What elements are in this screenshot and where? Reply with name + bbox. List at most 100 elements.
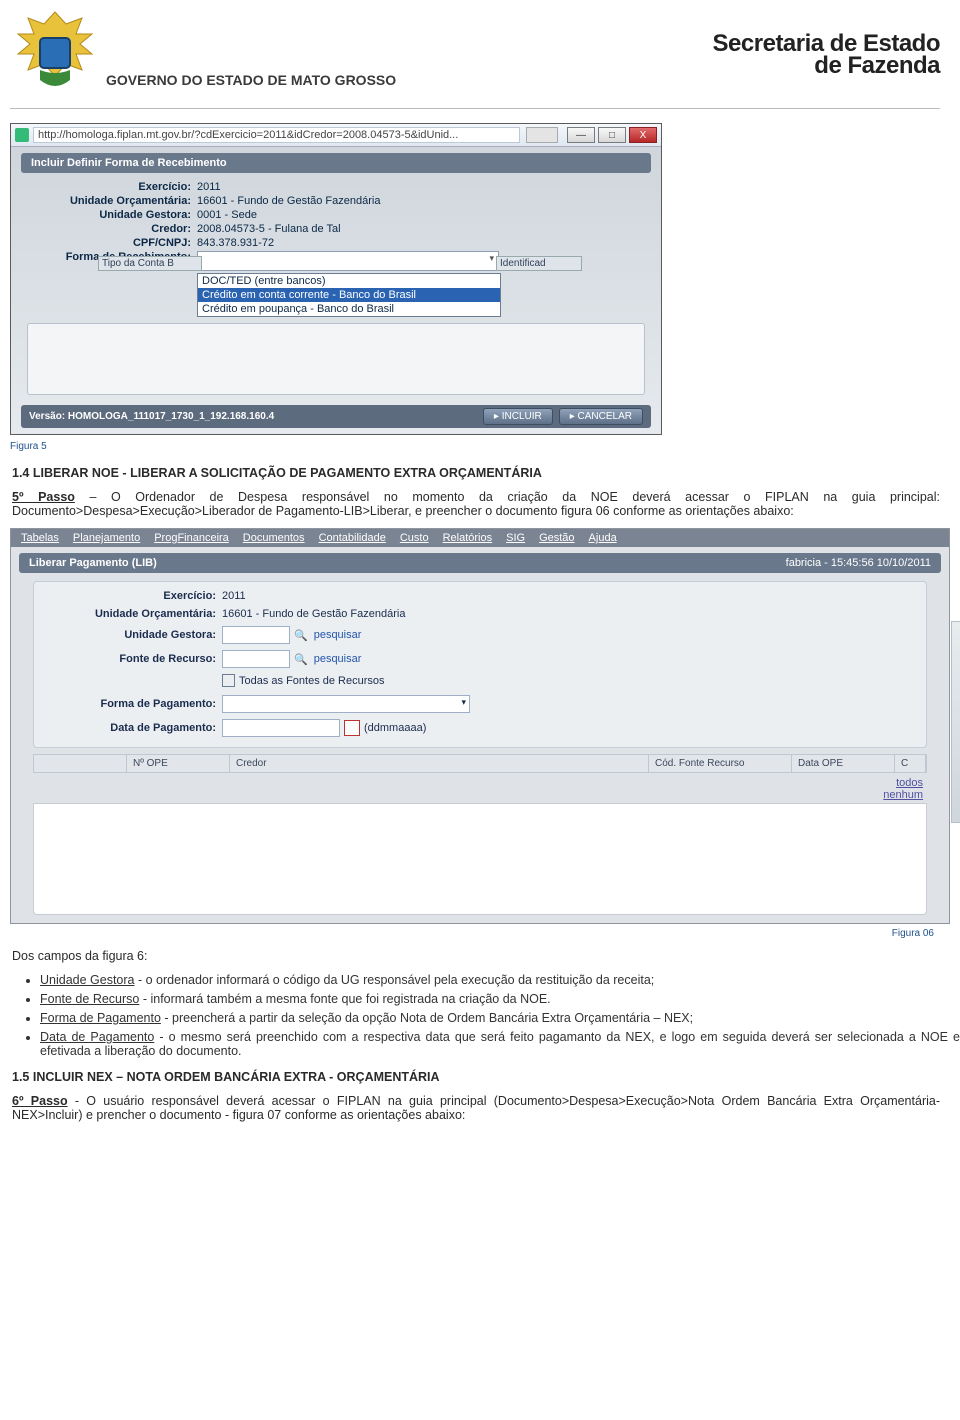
grid-body: [33, 803, 927, 915]
header-rule: [10, 108, 940, 109]
search-icon[interactable]: 🔍: [294, 629, 308, 642]
ie-titlebar: http://homologa.fiplan.mt.gov.br/?cdExer…: [11, 124, 661, 147]
lib-uo-label: Unidade Orçamentária:: [46, 608, 222, 620]
fiplan-timestamp: fabricia - 15:45:56 10/10/2011: [786, 557, 931, 569]
cpf-label: CPF/CNPJ:: [31, 237, 197, 249]
menu-relatorios[interactable]: Relatórios: [443, 532, 493, 544]
col-c: C: [895, 755, 926, 772]
col-credor: Credor: [230, 755, 649, 772]
lib-fonte-label: Fonte de Recurso:: [46, 653, 222, 665]
lib-data-input[interactable]: [222, 719, 340, 737]
credor-value: 2008.04573-5 - Fulana de Tal: [197, 223, 341, 235]
menu-contabilidade[interactable]: Contabilidade: [319, 532, 386, 544]
scrollbar-icon[interactable]: [951, 621, 960, 823]
tab-thumb-icon[interactable]: [526, 127, 558, 143]
coat-of-arms-icon: [10, 10, 100, 100]
minimize-button[interactable]: —: [567, 127, 595, 143]
menu-planejamento[interactable]: Planejamento: [73, 532, 140, 544]
menu-custo[interactable]: Custo: [400, 532, 429, 544]
forma-receb-select[interactable]: [197, 251, 499, 271]
dialog-footer: Versão: HOMOLOGA_111017_1730_1_192.168.1…: [21, 405, 651, 428]
ie-window: http://homologa.fiplan.mt.gov.br/?cdExer…: [10, 123, 662, 435]
col-nope: Nº OPE: [127, 755, 230, 772]
passo6-text: - O usuário responsável deverá acessar o…: [12, 1094, 940, 1122]
section-1-4-heading: 1.4 LIBERAR NOE - LIBERAR A SOLICITAÇÃO …: [12, 466, 940, 480]
link-todos[interactable]: todos: [11, 777, 923, 789]
forma-receb-dropdown[interactable]: Tipo da Conta B Identificad DOC/TED (ent…: [197, 273, 501, 317]
bullet-data: Data de Pagamento - o mesmo será preench…: [40, 1030, 960, 1058]
dialog-body: Incluir Definir Forma de Recebimento Exe…: [11, 147, 661, 434]
grid-header: Nº OPE Credor Cód. Fonte Recurso Data OP…: [33, 754, 927, 773]
col-data-ope: Data OPE: [792, 755, 895, 772]
bullet-forma: Forma de Pagamento - preencherá a partir…: [40, 1011, 960, 1025]
menu-documentos[interactable]: Documentos: [243, 532, 305, 544]
fiplan-title: Liberar Pagamento (LIB): [29, 557, 157, 569]
menu-ajuda[interactable]: Ajuda: [589, 532, 617, 544]
calendar-icon[interactable]: [344, 720, 360, 736]
window-buttons: — □ X: [564, 127, 657, 143]
exercicio-label: Exercício:: [31, 181, 197, 193]
search-icon[interactable]: 🔍: [294, 653, 308, 666]
close-button[interactable]: X: [629, 127, 657, 143]
lib-ug-pesquisar[interactable]: pesquisar: [314, 629, 362, 641]
lib-data-label: Data de Pagamento:: [46, 722, 222, 734]
lib-ex-label: Exercício:: [46, 590, 222, 602]
ie-favicon-icon: [15, 128, 29, 142]
passo5-paragraph: 5º Passo – O Ordenador de Despesa respon…: [12, 490, 940, 518]
cancelar-button[interactable]: ▸ CANCELAR: [559, 408, 643, 425]
fields-bullets: Unidade Gestora - o ordenador informará …: [0, 973, 960, 1058]
incluir-button[interactable]: ▸ INCLUIR: [483, 408, 553, 425]
uo-value: 16601 - Fundo de Gestão Fazendária: [197, 195, 380, 207]
gov-title: GOVERNO DO ESTADO DE MATO GROSSO: [106, 72, 396, 88]
identificad-header: Identificad: [496, 256, 582, 271]
select-links: todos nenhum: [11, 777, 923, 801]
bullet-fonte: Fonte de Recurso - informará também a me…: [40, 992, 960, 1006]
results-panel: [27, 323, 645, 395]
col-cod-fonte: Cód. Fonte Recurso: [649, 755, 792, 772]
lib-data-hint: (ddmmaaaa): [364, 722, 426, 734]
uo-label: Unidade Orçamentária:: [31, 195, 197, 207]
lib-fonte-pesquisar[interactable]: pesquisar: [314, 653, 362, 665]
version-label: Versão: HOMOLOGA_111017_1730_1_192.168.1…: [29, 411, 274, 422]
maximize-button[interactable]: □: [598, 127, 626, 143]
todas-fontes-checkbox[interactable]: [222, 674, 235, 687]
passo5-label: 5º Passo: [12, 490, 75, 504]
exercicio-value: 2011: [197, 181, 221, 193]
credor-label: Credor:: [31, 223, 197, 235]
figure5-caption: Figura 5: [10, 441, 960, 452]
section-1-5-heading: 1.5 INCLUIR NEX – NOTA ORDEM BANCÁRIA EX…: [12, 1070, 940, 1084]
menu-sig[interactable]: SIG: [506, 532, 525, 544]
lib-uo-value: 16601 - Fundo de Gestão Fazendária: [222, 608, 405, 620]
lib-fonte-input[interactable]: [222, 650, 290, 668]
cpf-value: 843.378.931-72: [197, 237, 274, 249]
ug-value: 0001 - Sede: [197, 209, 257, 221]
lib-ex-value: 2011: [222, 590, 246, 602]
lib-forma-label: Forma de Pagamento:: [46, 698, 222, 710]
todas-fontes-label: Todas as Fontes de Recursos: [239, 675, 385, 687]
passo5-text: – O Ordenador de Despesa responsável no …: [12, 490, 940, 518]
campos-intro: Dos campos da figura 6:: [12, 949, 940, 963]
menu-progfinanceira[interactable]: ProgFinanceira: [154, 532, 229, 544]
lib-ug-input[interactable]: [222, 626, 290, 644]
figure6-caption: Figura 06: [0, 928, 934, 939]
dialog-title: Incluir Definir Forma de Recebimento: [21, 153, 651, 173]
dropdown-option-selected[interactable]: Crédito em conta corrente - Banco do Bra…: [198, 288, 500, 302]
bullet-ug: Unidade Gestora - o ordenador informará …: [40, 973, 960, 987]
fiplan-menubar: Tabelas Planejamento ProgFinanceira Docu…: [11, 529, 949, 547]
fiplan-title-bar: Liberar Pagamento (LIB) fabricia - 15:45…: [19, 553, 941, 573]
address-bar[interactable]: http://homologa.fiplan.mt.gov.br/?cdExer…: [33, 127, 520, 143]
passo6-paragraph: 6º Passo - O usuário responsável deverá …: [12, 1094, 940, 1122]
lib-ug-label: Unidade Gestora:: [46, 629, 222, 641]
sefaz-logo: Secretaria de Estado de Fazenda: [713, 30, 940, 80]
lib-forma-select[interactable]: ▾: [222, 695, 470, 713]
dropdown-option[interactable]: Crédito em poupança - Banco do Brasil: [198, 302, 500, 316]
link-nenhum[interactable]: nenhum: [11, 789, 923, 801]
tipo-conta-header: Tipo da Conta B: [98, 256, 202, 271]
menu-tabelas[interactable]: Tabelas: [21, 532, 59, 544]
page-header: GOVERNO DO ESTADO DE MATO GROSSO Secreta…: [0, 0, 960, 106]
fiplan-screenshot: Tabelas Planejamento ProgFinanceira Docu…: [10, 528, 950, 924]
passo6-label: 6º Passo: [12, 1094, 68, 1108]
ug-label: Unidade Gestora:: [31, 209, 197, 221]
menu-gestao[interactable]: Gestão: [539, 532, 574, 544]
dropdown-option[interactable]: DOC/TED (entre bancos): [198, 274, 500, 288]
